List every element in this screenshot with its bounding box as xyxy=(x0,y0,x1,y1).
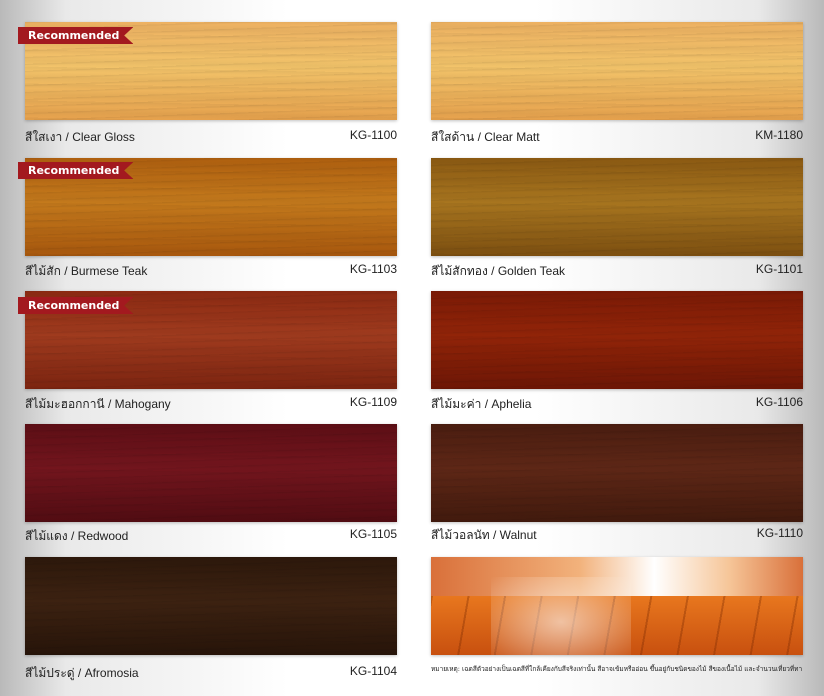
wood-grain xyxy=(431,22,803,120)
swatch-afromosia xyxy=(25,557,397,655)
swatch-code: KG-1101 xyxy=(755,262,803,276)
wood-grain xyxy=(25,424,397,522)
swatch-name: สีไม้มะฮอกกานี / Mahogany xyxy=(25,397,171,411)
swatch-golden-teak xyxy=(431,158,803,256)
light-glare xyxy=(491,577,631,655)
swatch-code: KG-1100 xyxy=(349,128,397,142)
swatch-name: สีไม้ประดู่ / Afromosia xyxy=(25,666,139,680)
swatch-code: KG-1104 xyxy=(349,664,397,678)
wood-grain xyxy=(431,291,803,389)
wood-grain xyxy=(431,158,803,256)
wood-floor-photo xyxy=(431,557,803,655)
swatch-code: KG-1110 xyxy=(756,526,803,540)
swatch-code: KG-1106 xyxy=(755,395,803,409)
swatch-name: สีไม้มะค่า / Aphelia xyxy=(431,397,532,411)
disclaimer-note: หมายเหตุ: เฉดสีตัวอย่างเป็นเฉดสีที่ใกล้เ… xyxy=(431,665,803,673)
swatch-name: สีไม้สัก / Burmese Teak xyxy=(25,264,148,278)
swatch-name: สีไม้สักทอง / Golden Teak xyxy=(431,264,565,278)
swatch-code: KG-1109 xyxy=(349,395,397,409)
swatch-name: สีไม้วอลนัท / Walnut xyxy=(431,528,537,542)
swatch-name: สีใสด้าน / Clear Matt xyxy=(431,130,540,144)
swatch-code: KG-1105 xyxy=(349,527,397,541)
swatch-name: สีไม้แดง / Redwood xyxy=(25,529,129,543)
color-chart: Recommended สีใสเงา / Clear Gloss KG-110… xyxy=(0,0,824,696)
swatch-walnut xyxy=(431,424,803,522)
recommended-badge: Recommended xyxy=(18,27,134,44)
swatch-clear-matt xyxy=(431,22,803,120)
recommended-badge: Recommended xyxy=(18,162,134,179)
swatch-name: สีใสเงา / Clear Gloss xyxy=(25,130,135,144)
swatch-code: KM-1180 xyxy=(755,128,803,142)
swatch-redwood xyxy=(25,424,397,522)
wood-grain xyxy=(431,424,803,522)
swatch-aphelia xyxy=(431,291,803,389)
wood-grain xyxy=(25,557,397,655)
recommended-badge: Recommended xyxy=(18,297,134,314)
swatch-code: KG-1103 xyxy=(349,262,397,276)
